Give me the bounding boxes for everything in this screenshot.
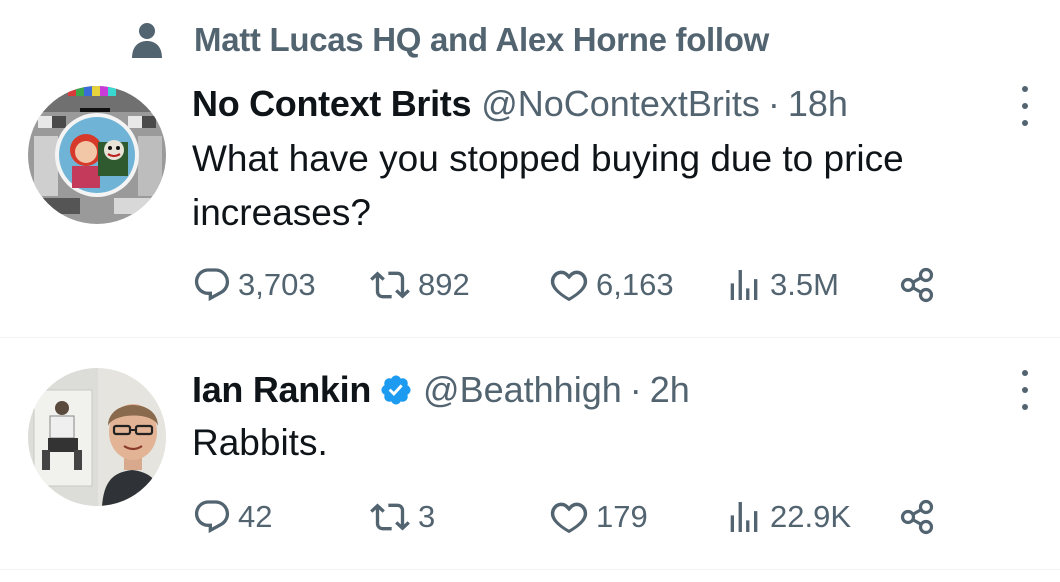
social-context-text: Matt Lucas HQ and Alex Horne follow (194, 21, 770, 58)
share-button[interactable] (898, 260, 938, 310)
heart-icon (548, 265, 590, 305)
tweet-actions: 3,703 892 6,163 3.5M (192, 260, 952, 310)
tweet[interactable]: Ian Rankin @Beathhigh · 2h Rabbits. 42 3 (0, 340, 1060, 570)
social-context[interactable]: Matt Lucas HQ and Alex Horne follow (130, 18, 769, 62)
avatar[interactable] (28, 368, 166, 506)
reply-count: 42 (238, 499, 273, 534)
more-options-icon[interactable] (1014, 86, 1036, 126)
author-name[interactable]: Ian Rankin (192, 369, 371, 411)
tweet-timestamp[interactable]: 18h (788, 83, 848, 125)
retweet-icon (368, 265, 412, 305)
verified-badge-icon[interactable] (379, 373, 413, 407)
like-button[interactable]: 179 (548, 492, 648, 542)
views-count: 3.5M (770, 267, 839, 302)
share-icon (898, 497, 938, 537)
tweet-header: Ian Rankin @Beathhigh · 2h (192, 366, 690, 414)
share-button[interactable] (898, 492, 938, 542)
like-count: 6,163 (596, 267, 674, 302)
separator-dot: · (629, 369, 642, 410)
views-button[interactable]: 3.5M (724, 260, 839, 310)
reply-button[interactable]: 3,703 (192, 260, 316, 310)
retweet-icon (368, 497, 412, 537)
author-handle[interactable]: @NoContextBrits (481, 83, 760, 125)
reply-button[interactable]: 42 (192, 492, 272, 542)
author-name[interactable]: No Context Brits (192, 83, 472, 125)
tweet-header: No Context Brits @NoContextBrits · 18h (192, 80, 848, 128)
reply-icon (192, 497, 232, 537)
views-chart-icon (724, 265, 764, 305)
retweet-button[interactable]: 3 (368, 492, 435, 542)
heart-icon (548, 497, 590, 537)
tweet-text: Rabbits. (192, 422, 328, 463)
views-chart-icon (724, 497, 764, 537)
views-count: 22.9K (770, 499, 852, 534)
tweet-timestamp[interactable]: 2h (650, 369, 690, 411)
retweet-count: 892 (418, 267, 470, 302)
share-icon (898, 265, 938, 305)
tweet-text: What have you stopped buying due to pric… (192, 138, 904, 233)
like-button[interactable]: 6,163 (548, 260, 674, 310)
like-count: 179 (596, 499, 648, 534)
separator-dot: · (767, 83, 780, 124)
retweet-button[interactable]: 892 (368, 260, 470, 310)
reply-count: 3,703 (238, 267, 316, 302)
tweet-actions: 42 3 179 22.9K (192, 492, 952, 542)
person-icon (130, 18, 164, 62)
more-options-icon[interactable] (1014, 370, 1036, 410)
views-button[interactable]: 22.9K (724, 492, 851, 542)
tweet[interactable]: No Context Brits @NoContextBrits · 18h W… (0, 70, 1060, 338)
reply-icon (192, 265, 232, 305)
retweet-count: 3 (418, 499, 436, 534)
avatar[interactable] (28, 86, 166, 224)
author-handle[interactable]: @Beathhigh (423, 369, 622, 411)
